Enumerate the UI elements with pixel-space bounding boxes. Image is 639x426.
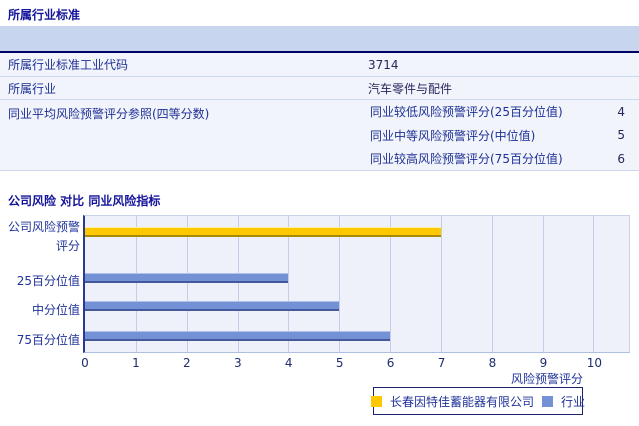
x-tick-label: 6 [386, 356, 395, 370]
plot-area [83, 215, 630, 353]
report-page: 所属行业标准 所属行业标准工业代码 3714 所属行业 汽车零件与配件 同业平均… [0, 0, 639, 426]
x-axis-title: 风险预警评分 [510, 372, 583, 386]
company-series-swatch-icon [370, 395, 382, 407]
x-tick-label: 7 [437, 356, 446, 370]
gridline [440, 216, 442, 352]
x-tick-label: 9 [539, 356, 548, 370]
sub-row: 同业较高风险预警评分(75百分位值) 6 [368, 147, 639, 171]
x-tick-label: 3 [233, 356, 242, 370]
sub-row-label: 同业较高风险预警评分(75百分位值) [370, 152, 563, 167]
bar-25百分位值 [85, 273, 289, 283]
industry-table: 所属行业标准工业代码 3714 所属行业 汽车零件与配件 同业平均风险预警评分参… [0, 53, 639, 171]
table-row: 同业平均风险预警评分参照(四等分数) 同业较低风险预警评分(25百分位值) 4 … [0, 100, 639, 171]
industry-section-title: 所属行业标准 [8, 8, 81, 22]
company-series-label: 长春因特佳蓄能器有限公司 [389, 394, 534, 409]
x-tick-label: 10 [586, 356, 602, 370]
sub-row-label: 同业中等风险预警评分(中位值) [370, 128, 536, 143]
x-tick-label: 5 [335, 356, 344, 370]
table-header-band [0, 26, 639, 53]
category-label: 公司风险预警 评分 [7, 220, 80, 253]
chart-section-title: 公司风险 对比 同业风险指标 [8, 194, 161, 208]
category-label: 25百分位值 [16, 274, 80, 288]
industry-series-swatch-icon [542, 395, 553, 407]
chart-legend: 长春因特佳蓄能器有限公司 行业 [370, 387, 586, 415]
p75-score-value: 6 [617, 151, 625, 166]
x-tick-label: 8 [488, 356, 497, 370]
quartile-sub-rows: 同业较低风险预警评分(25百分位值) 4 同业中等风险预警评分(中位值) 5 同… [368, 100, 639, 171]
x-tick-label: 1 [132, 356, 140, 370]
gridline [542, 216, 544, 352]
sub-row: 同业中等风险预警评分(中位值) 5 [368, 124, 639, 148]
gridline [593, 216, 595, 352]
category-label: 75百分位值 [16, 333, 80, 347]
bar-公司风险预警评分 [85, 227, 441, 237]
bar-75百分位值 [85, 331, 391, 341]
table-row: 所属行业标准工业代码 3714 [0, 53, 639, 77]
category-label: 中分位值 [31, 303, 80, 317]
median-score-value: 5 [617, 128, 625, 143]
sub-row: 同业较低风险预警评分(25百分位值) 4 [368, 100, 639, 124]
sub-row-label: 同业较低风险预警评分(25百分位值) [370, 105, 563, 120]
gridline [491, 216, 493, 352]
industry-name-value: 汽车零件与配件 [368, 81, 453, 96]
x-axis-ticks: 0 1 2 3 4 5 6 7 8 9 10 [81, 356, 630, 370]
row-label: 所属行业标准工业代码 [8, 58, 129, 72]
row-label: 所属行业 [8, 81, 57, 96]
p25-score-value: 4 [617, 104, 625, 119]
x-tick-label: 4 [284, 356, 293, 370]
row-label: 同业平均风险预警评分参照(四等分数) [8, 107, 210, 121]
bar-中分位值 [85, 301, 340, 311]
x-tick-label: 0 [81, 356, 89, 370]
industry-series-label: 行业 [561, 394, 586, 409]
x-tick-label: 2 [183, 356, 191, 370]
table-row: 所属行业 汽车零件与配件 [0, 77, 639, 100]
industry-code-value: 3714 [368, 57, 399, 72]
risk-bar-chart: 公司风险预警 评分 25百分位值中分位值 75百分位值 0 1 2 3 4 5 6 7 8 9 10 风险… [0, 210, 639, 426]
